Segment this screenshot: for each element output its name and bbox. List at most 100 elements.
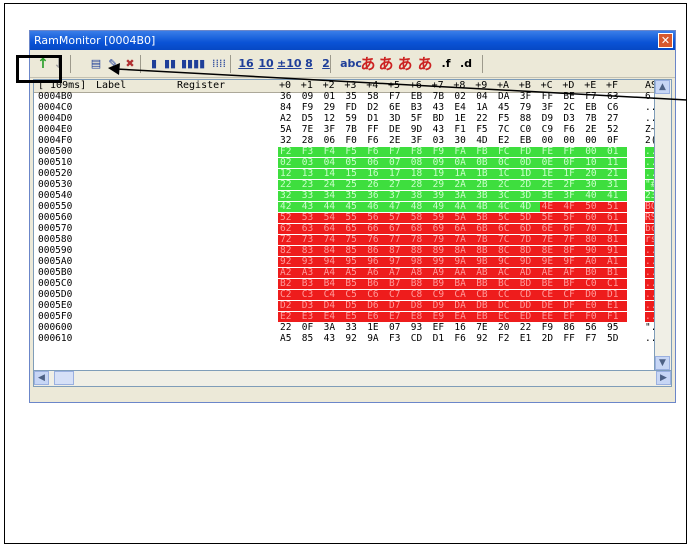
byte-cell[interactable]: FC bbox=[496, 147, 518, 157]
byte-cell[interactable]: 2D bbox=[517, 180, 540, 190]
byte-cell[interactable]: E2 bbox=[278, 312, 300, 322]
byte-cell[interactable]: 7C bbox=[496, 125, 518, 135]
byte-cell[interactable]: A7 bbox=[387, 268, 409, 278]
byte-cell[interactable]: 7D bbox=[517, 235, 540, 245]
byte-cell[interactable]: 20 bbox=[583, 169, 605, 179]
byte-cell[interactable]: 5F bbox=[561, 213, 584, 223]
byte-cell[interactable]: DF bbox=[561, 301, 584, 311]
byte-cell[interactable]: 46 bbox=[365, 202, 387, 212]
byte-cell[interactable]: C6 bbox=[605, 103, 627, 113]
byte-cell[interactable]: BD bbox=[431, 114, 453, 124]
byte-cell[interactable]: E4 bbox=[452, 103, 474, 113]
byte-cell[interactable]: 9B bbox=[474, 257, 496, 267]
byte-cell[interactable]: DD bbox=[517, 301, 540, 311]
byte-cell[interactable]: D1 bbox=[431, 334, 453, 344]
byte-cell[interactable]: C0 bbox=[518, 125, 540, 135]
byte-cell[interactable]: 26 bbox=[365, 180, 387, 190]
byte-cell[interactable]: 2E bbox=[387, 136, 409, 146]
select-range-icon[interactable]: ▤ bbox=[88, 54, 104, 74]
byte-cell[interactable]: 5A bbox=[278, 125, 300, 135]
byte-cell[interactable]: 64 bbox=[321, 224, 344, 234]
byte-cell[interactable]: 0C bbox=[496, 158, 518, 168]
byte-cell[interactable]: BF bbox=[561, 279, 584, 289]
byte-cell[interactable]: 5E bbox=[539, 213, 562, 223]
byte-cell[interactable]: 77 bbox=[387, 235, 409, 245]
byte-cell[interactable]: 5F bbox=[409, 114, 431, 124]
address-cell[interactable]: 000600 bbox=[38, 323, 72, 333]
byte-cell[interactable]: F1 bbox=[605, 312, 627, 322]
byte-cell[interactable]: 81 bbox=[605, 235, 627, 245]
byte-cell[interactable]: DA bbox=[496, 92, 518, 102]
byte-cell[interactable]: 00 bbox=[561, 136, 583, 146]
byte-cell[interactable]: 08 bbox=[408, 158, 431, 168]
jis-button[interactable]: あ bbox=[396, 54, 414, 74]
byte-cell[interactable]: F5 bbox=[343, 147, 366, 157]
byte-cell[interactable]: 1B bbox=[474, 169, 496, 179]
byte-cell[interactable]: 63 bbox=[299, 224, 322, 234]
byte-cell[interactable]: 72 bbox=[278, 235, 300, 245]
byte-cell[interactable]: D2 bbox=[278, 301, 300, 311]
byte-cell[interactable]: F8 bbox=[408, 147, 431, 157]
byte-cell[interactable]: 40 bbox=[583, 191, 605, 201]
byte-cell[interactable]: 22 bbox=[518, 323, 540, 333]
byte-cell[interactable]: 21 bbox=[605, 169, 627, 179]
sjis-button[interactable]: あ bbox=[360, 54, 376, 74]
byte-cell[interactable]: E1 bbox=[605, 301, 627, 311]
byte-cell[interactable]: 4E bbox=[539, 202, 562, 212]
byte-cell[interactable]: 18 bbox=[408, 169, 431, 179]
byte-cell[interactable]: C6 bbox=[365, 290, 387, 300]
byte-cell[interactable]: D5 bbox=[300, 114, 322, 124]
byte-cell[interactable]: 09 bbox=[300, 92, 322, 102]
byte-cell[interactable]: 8E bbox=[539, 246, 562, 256]
unicode-button[interactable]: あ bbox=[416, 54, 434, 74]
byte-cell[interactable]: B4 bbox=[321, 279, 344, 289]
address-cell[interactable]: 0005A0 bbox=[38, 257, 72, 267]
byte-cell[interactable]: 44 bbox=[321, 202, 344, 212]
byte-cell[interactable]: 74 bbox=[321, 235, 344, 245]
byte-cell[interactable]: C0 bbox=[583, 279, 605, 289]
address-cell[interactable]: 000610 bbox=[38, 334, 72, 344]
scroll-thumb[interactable] bbox=[54, 371, 74, 385]
byte-cell[interactable]: E8 bbox=[408, 312, 431, 322]
byte-cell[interactable]: 0F bbox=[300, 323, 322, 333]
byte-cell[interactable]: 7E bbox=[474, 323, 496, 333]
byte-cell[interactable]: 9C bbox=[496, 257, 518, 267]
byte-cell[interactable]: 13 bbox=[299, 169, 322, 179]
byte-cell[interactable]: F9 bbox=[430, 147, 453, 157]
scroll-down-icon[interactable]: ▼ bbox=[655, 356, 670, 370]
byte-cell[interactable]: 2F bbox=[561, 180, 584, 190]
byte-cell[interactable]: 30 bbox=[452, 136, 474, 146]
byte-cell[interactable]: 93 bbox=[299, 257, 322, 267]
byte-cell[interactable]: 8F bbox=[561, 246, 584, 256]
byte-cell[interactable]: F7 bbox=[583, 92, 605, 102]
byte-cell[interactable]: 95 bbox=[605, 323, 627, 333]
byte-cell[interactable]: 50 bbox=[583, 202, 605, 212]
byte-cell[interactable]: F6 bbox=[561, 125, 583, 135]
byte-cell[interactable]: 00 bbox=[583, 147, 605, 157]
byte-cell[interactable]: EB bbox=[518, 136, 540, 146]
address-cell[interactable]: 000530 bbox=[38, 180, 72, 190]
byte-cell[interactable]: BB bbox=[474, 279, 496, 289]
byte-cell[interactable]: 2D bbox=[540, 334, 562, 344]
byte-cell[interactable]: 98 bbox=[408, 257, 431, 267]
address-cell[interactable]: 0005E0 bbox=[38, 301, 72, 311]
byte-cell[interactable]: 34 bbox=[321, 191, 344, 201]
byte-cell[interactable]: 5A bbox=[452, 213, 475, 223]
byte-cell[interactable]: 03 bbox=[299, 158, 322, 168]
byte-cell[interactable]: 8B bbox=[474, 246, 496, 256]
byte-cell[interactable]: 84 bbox=[321, 246, 344, 256]
byte-cell[interactable]: 9F bbox=[561, 257, 584, 267]
byte-cell[interactable]: 9A bbox=[365, 334, 387, 344]
byte-cell[interactable]: 82 bbox=[278, 246, 300, 256]
byte-cell[interactable]: 0D bbox=[517, 158, 540, 168]
address-cell[interactable]: 000580 bbox=[38, 235, 72, 245]
byte-cell[interactable]: C4 bbox=[321, 290, 344, 300]
byte-cell[interactable]: 4D bbox=[474, 136, 496, 146]
byte-cell[interactable]: 73 bbox=[299, 235, 322, 245]
byte-cell[interactable]: C9 bbox=[540, 125, 562, 135]
byte-cell[interactable]: B3 bbox=[299, 279, 322, 289]
byte-cell[interactable]: BC bbox=[496, 279, 518, 289]
byte-cell[interactable]: A1 bbox=[605, 257, 627, 267]
label-header[interactable]: Label bbox=[96, 80, 126, 92]
byte-cell[interactable]: EC bbox=[496, 312, 518, 322]
